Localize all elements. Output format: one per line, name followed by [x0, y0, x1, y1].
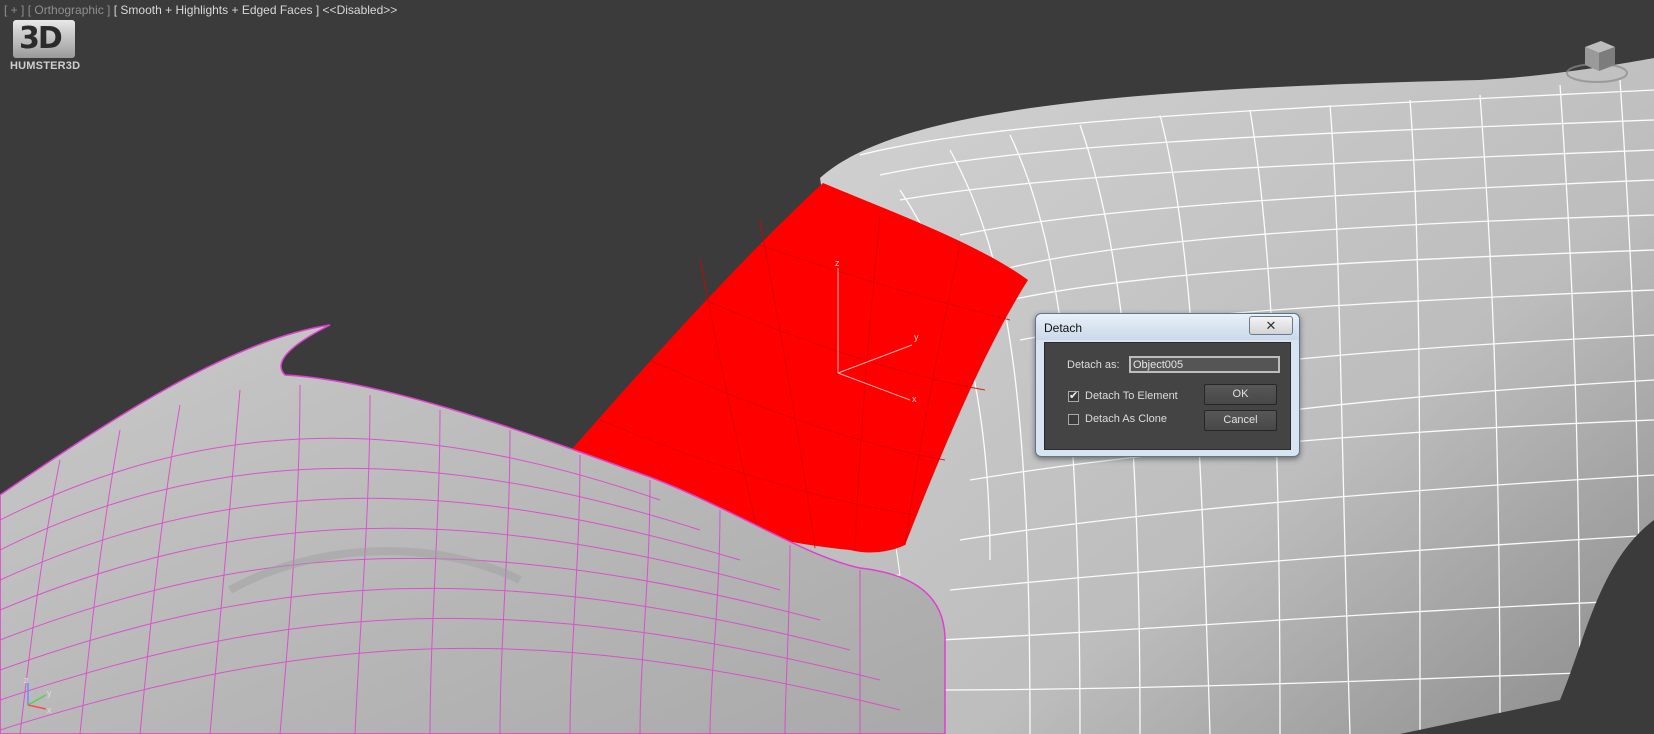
3d-viewport[interactable]: z y x [+] [Orthographic] [Smooth + …	[0, 0, 1654, 734]
detach-as-clone-checkbox[interactable]	[1068, 414, 1079, 425]
viewport-view-label[interactable]: [ Orthographic ]	[28, 3, 111, 17]
detach-dialog[interactable]: Detach ✕ Detach as: ✔ Detach To Element …	[1035, 313, 1300, 457]
axis-tripod-icon: z y x	[24, 675, 52, 715]
detach-as-input[interactable]	[1129, 356, 1280, 373]
humster3d-logo: 3D HUMSTER3D	[10, 20, 88, 72]
viewport-status-label[interactable]: <<Disabled>>	[323, 3, 398, 17]
viewport-menu-plus[interactable]: [ + ]	[4, 3, 24, 17]
tripod-z-label: z	[24, 675, 29, 685]
gizmo-y-label: y	[914, 332, 919, 342]
dialog-titlebar[interactable]: Detach ✕	[1036, 314, 1299, 340]
gizmo-x-label: x	[912, 394, 917, 404]
detach-to-element-checkbox[interactable]: ✔	[1068, 390, 1079, 402]
logo-mark: 3D	[13, 20, 75, 58]
scene-render[interactable]: z y x	[0, 0, 1654, 734]
viewcube-icon[interactable]	[1565, 35, 1629, 85]
logo-text: HUMSTER3D	[10, 60, 81, 72]
detach-as-label: Detach as:	[1067, 359, 1120, 371]
ok-button[interactable]: OK	[1204, 384, 1277, 405]
checkmark-icon: ✔	[1069, 390, 1079, 402]
tripod-y-label: y	[47, 688, 52, 698]
viewport-shading-label[interactable]: [ Smooth + Highlights + Edged Faces ]	[114, 3, 319, 17]
cancel-button[interactable]: Cancel	[1204, 410, 1277, 431]
viewport-label[interactable]: [ + ] [ Orthographic ] [ Smooth + Highli…	[4, 3, 397, 17]
detach-to-element-label[interactable]: Detach To Element	[1085, 390, 1178, 402]
dialog-body: Detach as: ✔ Detach To Element Detach As…	[1044, 342, 1291, 450]
close-icon[interactable]: ✕	[1249, 316, 1293, 335]
gizmo-z-label: z	[835, 258, 840, 268]
tripod-x-label: x	[47, 705, 52, 715]
dialog-title: Detach	[1044, 321, 1083, 335]
detach-as-clone-label[interactable]: Detach As Clone	[1085, 413, 1167, 425]
